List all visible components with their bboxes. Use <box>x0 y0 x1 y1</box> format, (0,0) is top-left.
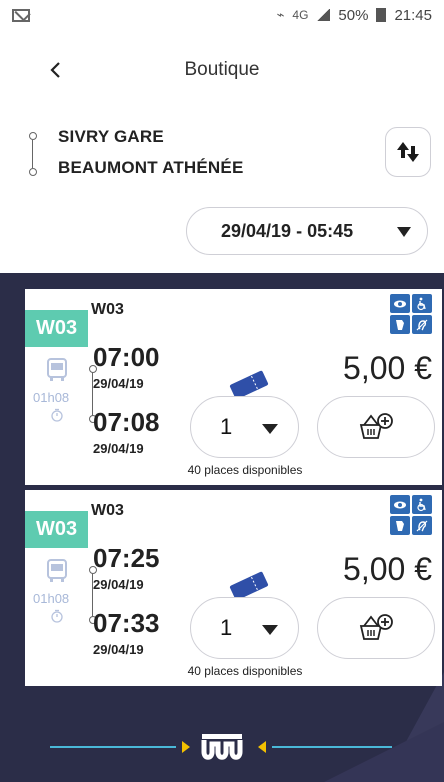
arrival-time: 07:33 <box>93 608 160 638</box>
audio-icon <box>390 516 410 535</box>
mail-icon <box>12 8 30 22</box>
arrival-date: 29/04/19 <box>93 441 144 456</box>
places-available: 40 places disponibles <box>187 463 303 477</box>
trip-duration: 01h08 <box>33 591 70 606</box>
mute-icon: ⌁ <box>276 7 285 22</box>
trip-meta: 01h08 <box>31 357 87 437</box>
trip-meta: 01h08 <box>31 558 87 638</box>
back-button[interactable] <box>46 58 66 82</box>
logo-arrow-right <box>258 741 266 753</box>
trip-duration: 01h08 <box>33 390 70 405</box>
timer-icon <box>51 609 63 623</box>
origin-station: SIVRY GARE <box>58 127 164 146</box>
quantity-value: 1 <box>220 414 233 439</box>
caret-down-icon <box>397 227 411 237</box>
quantity-select[interactable]: 1 <box>190 597 299 659</box>
wheelchair-icon <box>412 294 432 313</box>
ticket-price: 5,00 € <box>343 551 432 587</box>
network-type: 4G <box>292 8 309 22</box>
arrival-date: 29/04/19 <box>93 642 144 657</box>
route-summary: SIVRY GARE BEAUMONT ATHÉNÉE <box>26 122 326 192</box>
line-badge: W03 <box>25 310 88 347</box>
hearing-icon <box>412 315 432 334</box>
line-badge: W03 <box>25 511 88 548</box>
places-available: 40 places disponibles <box>187 664 303 678</box>
ticket-price: 5,00 € <box>343 350 432 386</box>
arrival-time: 07:08 <box>93 407 160 437</box>
w-logo-icon <box>201 734 243 760</box>
accessibility-icons <box>390 495 432 535</box>
logo-line-right <box>272 746 392 748</box>
hearing-icon <box>412 516 432 535</box>
quantity-value: 1 <box>220 615 233 640</box>
eye-icon <box>390 294 410 313</box>
chevron-left-icon <box>50 62 60 78</box>
basket-plus-icon <box>359 413 393 439</box>
logo-arrow-left <box>182 741 190 753</box>
battery-level: 50% <box>338 6 369 24</box>
brand-logo <box>0 728 444 768</box>
line-name: W03 <box>91 301 124 318</box>
swap-route-button[interactable] <box>385 127 431 177</box>
quantity-select[interactable]: 1 <box>190 396 299 458</box>
add-to-basket-button[interactable] <box>317 597 435 659</box>
app-header: Boutique <box>0 30 444 110</box>
caret-down-icon <box>262 625 278 635</box>
status-indicators: ⌁ 4G 50% 21:45 <box>277 7 432 24</box>
bus-icon <box>47 358 67 381</box>
logo-line-left <box>50 746 176 748</box>
trip-card: W03 W03 01h08 07:00 29/04/19 07:08 29/04… <box>25 289 442 485</box>
timer-icon <box>51 408 63 422</box>
bus-icon <box>47 559 67 582</box>
caret-down-icon <box>262 424 278 434</box>
route-line <box>26 132 38 176</box>
page-title: Boutique <box>184 59 260 80</box>
results-area: W03 W03 01h08 07:00 29/04/19 07:08 29/04… <box>0 273 444 782</box>
departure-date: 29/04/19 <box>93 577 144 592</box>
eye-icon <box>390 495 410 514</box>
departure-time: 07:25 <box>93 543 160 573</box>
wheelchair-icon <box>412 495 432 514</box>
swap-vertical-icon <box>397 142 419 162</box>
status-bar: ⌁ 4G 50% 21:45 <box>0 0 444 30</box>
battery-icon <box>376 8 387 22</box>
add-to-basket-button[interactable] <box>317 396 435 458</box>
departure-date: 29/04/19 <box>93 376 144 391</box>
signal-icon <box>316 9 331 21</box>
accessibility-icons <box>390 294 432 334</box>
clock: 21:45 <box>394 6 432 24</box>
basket-plus-icon <box>359 614 393 640</box>
destination-station: BEAUMONT ATHÉNÉE <box>58 158 244 177</box>
trip-card: W03 W03 01h08 07:25 29/04/19 07:33 29/04… <box>25 490 442 686</box>
date-time-select[interactable]: 29/04/19 - 05:45 <box>186 207 428 255</box>
departure-time: 07:00 <box>93 342 160 372</box>
line-name: W03 <box>91 502 124 519</box>
date-time-value: 29/04/19 - 05:45 <box>221 220 354 241</box>
audio-icon <box>390 315 410 334</box>
